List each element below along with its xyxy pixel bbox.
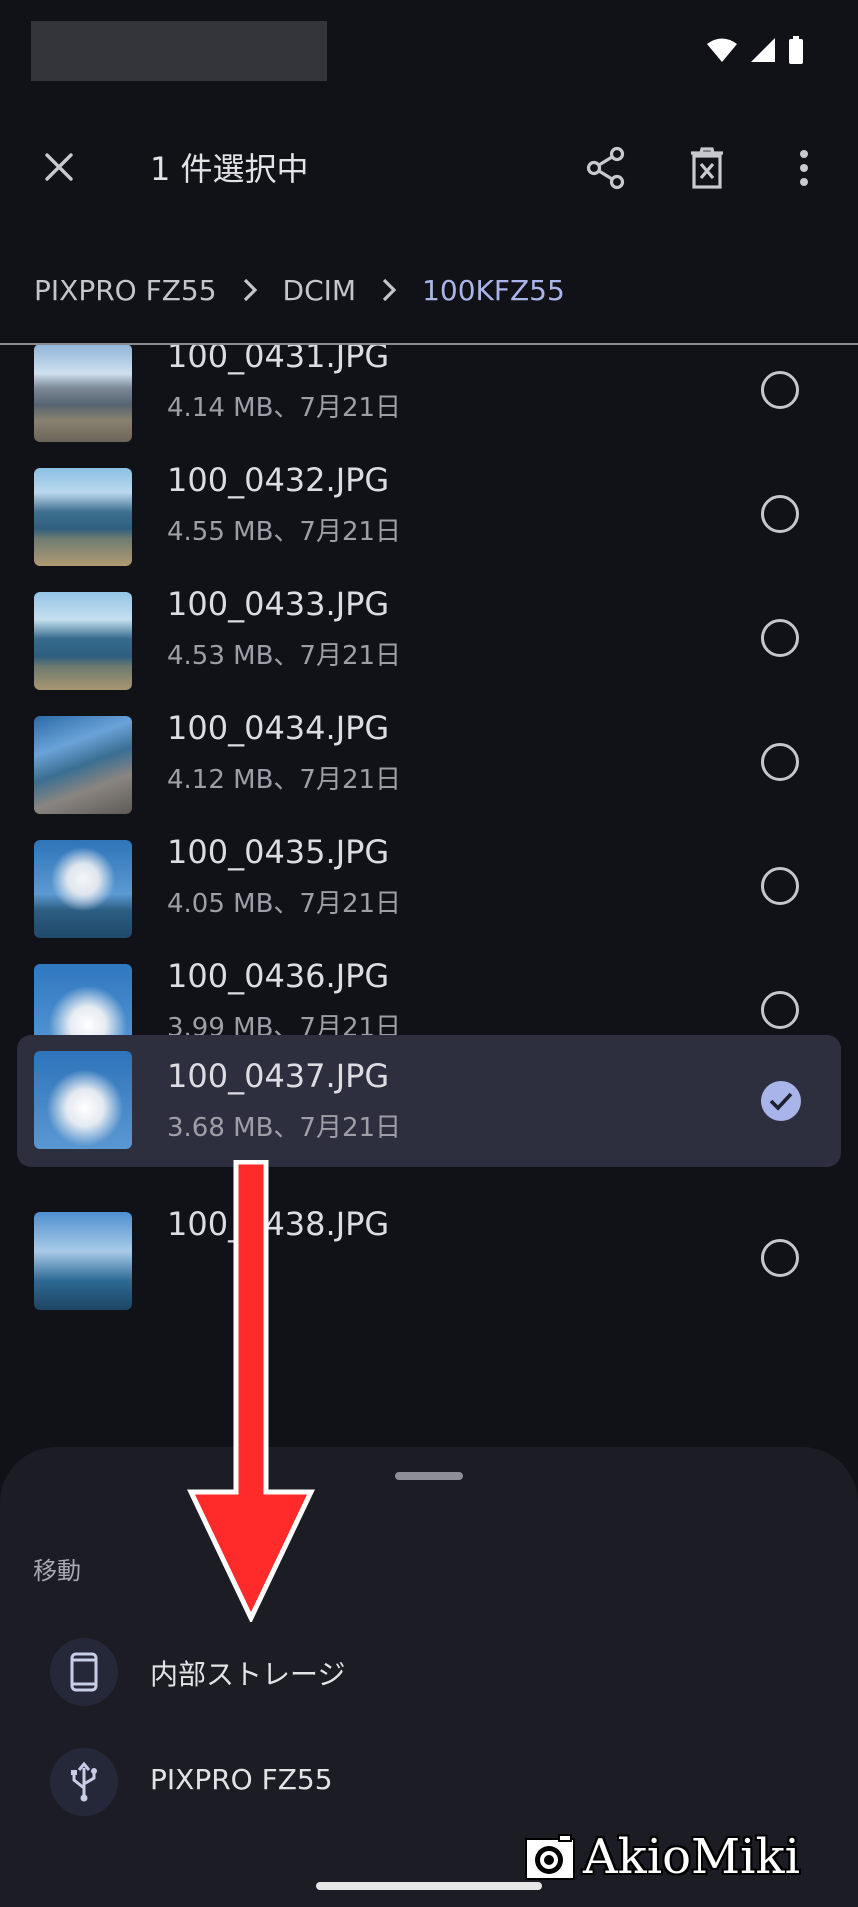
camera-logo-icon xyxy=(525,1834,575,1880)
chevron-right-icon xyxy=(217,277,283,303)
file-list[interactable]: 100_0431.JPG 4.14 MB、7月21日 100_0432.JPG … xyxy=(0,345,858,1445)
image-thumbnail xyxy=(34,592,132,690)
select-radio[interactable] xyxy=(761,991,799,1029)
file-row-selected[interactable]: 100_0437.JPG 3.68 MB、7月21日 xyxy=(17,1035,841,1167)
usb-icon xyxy=(50,1748,118,1816)
image-thumbnail xyxy=(34,1051,132,1149)
file-row[interactable]: 100_0434.JPG 4.12 MB、7月21日 xyxy=(17,699,841,831)
delete-button[interactable] xyxy=(677,138,737,198)
phone-icon xyxy=(50,1638,118,1706)
more-vert-icon xyxy=(800,150,808,186)
file-name: 100_0437.JPG xyxy=(167,1057,390,1095)
file-row[interactable]: 100_0438.JPG xyxy=(17,1195,841,1327)
select-radio[interactable] xyxy=(761,619,799,657)
select-radio[interactable] xyxy=(761,371,799,409)
breadcrumb: PIXPRO FZ55 DCIM 100KFZ55 xyxy=(0,262,858,318)
move-option-pixpro[interactable]: PIXPRO FZ55 xyxy=(0,1737,858,1827)
select-radio[interactable] xyxy=(761,743,799,781)
breadcrumb-item-dcim[interactable]: DCIM xyxy=(283,274,357,307)
file-name: 100_0434.JPG xyxy=(167,709,390,747)
file-name: 100_0435.JPG xyxy=(167,833,390,871)
file-name: 100_0433.JPG xyxy=(167,585,390,623)
watermark: AkioMiki xyxy=(525,1828,800,1886)
selection-count-title: 1 件選択中 xyxy=(150,150,309,188)
status-icons xyxy=(706,36,804,68)
delete-icon xyxy=(691,147,723,189)
watermark-text: AkioMiki xyxy=(583,1829,800,1885)
breadcrumb-item-current-folder[interactable]: 100KFZ55 xyxy=(422,274,565,307)
check-icon xyxy=(769,1092,793,1111)
select-radio[interactable] xyxy=(761,495,799,533)
cell-signal-icon xyxy=(750,37,776,67)
select-radio[interactable] xyxy=(761,1239,799,1277)
file-row[interactable]: 100_0432.JPG 4.55 MB、7月21日 xyxy=(17,451,841,583)
file-row[interactable]: 100_0435.JPG 4.05 MB、7月21日 xyxy=(17,823,841,955)
chevron-right-icon xyxy=(356,277,422,303)
select-radio[interactable] xyxy=(761,867,799,905)
close-selection-button[interactable] xyxy=(30,138,88,196)
image-thumbnail xyxy=(34,1212,132,1310)
sheet-title: 移動 xyxy=(33,1557,81,1585)
gesture-nav-handle[interactable] xyxy=(316,1882,542,1890)
move-option-internal-storage[interactable]: 内部ストレージ xyxy=(0,1627,858,1717)
selected-checkmark[interactable] xyxy=(761,1081,801,1121)
image-thumbnail xyxy=(34,716,132,814)
file-meta: 4.53 MB、7月21日 xyxy=(167,641,402,671)
status-bar xyxy=(0,0,858,100)
file-name: 100_0431.JPG xyxy=(167,345,390,375)
file-meta: 4.05 MB、7月21日 xyxy=(167,889,402,919)
close-icon xyxy=(45,153,73,181)
image-thumbnail xyxy=(34,468,132,566)
selection-app-bar: 1 件選択中 xyxy=(0,110,858,230)
wifi-icon xyxy=(706,37,738,67)
file-meta: 4.14 MB、7月21日 xyxy=(167,393,402,423)
option-label: PIXPRO FZ55 xyxy=(150,1763,333,1796)
option-label: 内部ストレージ xyxy=(150,1658,346,1691)
status-bar-redacted-area xyxy=(31,21,327,81)
file-row[interactable]: 100_0433.JPG 4.53 MB、7月21日 xyxy=(17,575,841,707)
file-name: 100_0436.JPG xyxy=(167,957,390,995)
image-thumbnail xyxy=(34,345,132,442)
sheet-drag-handle[interactable] xyxy=(395,1472,463,1480)
battery-icon xyxy=(788,36,804,68)
red-arrow-annotation xyxy=(187,1160,315,1622)
file-row[interactable]: 100_0431.JPG 4.14 MB、7月21日 xyxy=(17,345,841,459)
file-meta: 4.12 MB、7月21日 xyxy=(167,765,402,795)
file-name: 100_0432.JPG xyxy=(167,461,390,499)
breadcrumb-item-pixpro[interactable]: PIXPRO FZ55 xyxy=(34,274,217,307)
image-thumbnail xyxy=(34,840,132,938)
share-icon xyxy=(586,146,625,190)
file-meta: 4.55 MB、7月21日 xyxy=(167,517,402,547)
share-button[interactable] xyxy=(576,138,636,198)
more-options-button[interactable] xyxy=(774,138,834,198)
file-meta: 3.68 MB、7月21日 xyxy=(167,1113,402,1143)
